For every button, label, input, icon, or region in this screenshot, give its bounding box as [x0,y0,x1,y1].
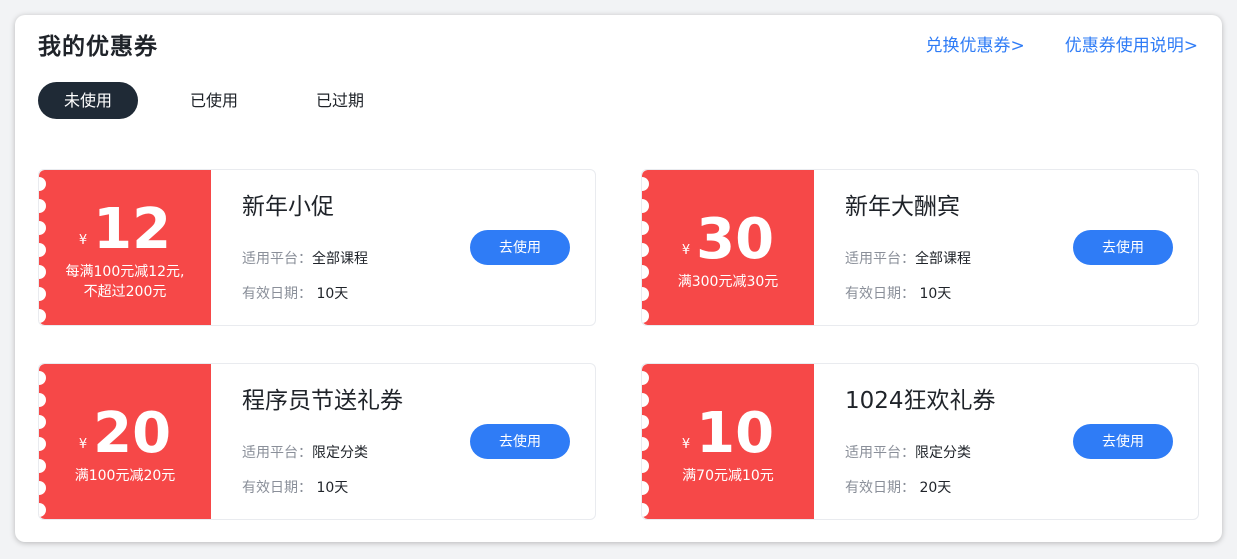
coupon-platform: 适用平台：限定分类 [845,445,971,461]
coupon-panel: 我的优惠券 兑换优惠券> 优惠券使用说明> 未使用 已使用 已过期 ¥12 每满… [15,15,1222,542]
stub-notch [39,309,46,323]
coupon-rule: 满70元减10元 [682,468,774,484]
coupon-card: ¥12 每满100元减12元, 不超过200元 新年小促 适用平台：全部课程 有… [38,169,596,326]
currency-symbol: ¥ [78,437,88,452]
tab-used[interactable]: 已使用 [164,82,264,119]
coupon-name: 新年大酬宾 [845,194,960,220]
stub-notch [39,481,46,495]
coupon-card: ¥20 满100元减20元 程序员节送礼券 适用平台：限定分类 有效日期： 10… [38,363,596,520]
stub-notch [642,481,649,495]
coupon-platform: 适用平台：全部课程 [242,251,368,267]
coupon-validity: 有效日期： 20天 [845,480,952,496]
header-links: 兑换优惠券> 优惠券使用说明> [926,31,1199,56]
coupon-platform: 适用平台：全部课程 [845,251,971,267]
stub-notch [642,503,649,517]
currency-symbol: ¥ [78,233,88,248]
coupon-validity: 有效日期： 10天 [242,480,349,496]
currency-symbol: ¥ [681,243,691,258]
coupon-rule: 每满100元减12元, [65,264,185,280]
stub-notch [642,287,649,301]
coupon-name: 新年小促 [242,194,334,220]
coupon-tabs: 未使用 已使用 已过期 [38,82,416,119]
use-coupon-button[interactable]: 去使用 [470,424,570,459]
coupon-name: 1024狂欢礼券 [845,388,996,414]
tab-unused[interactable]: 未使用 [38,82,139,119]
tab-expired[interactable]: 已过期 [290,82,390,119]
coupon-rule: 满300元减30元 [677,274,779,290]
stub-notch [39,503,46,517]
stub-notch [642,371,649,385]
stub-notch [642,177,649,191]
coupon-stub: ¥20 满100元减20元 [39,364,211,519]
stub-notch [39,371,46,385]
coupon-validity: 有效日期： 10天 [845,286,952,302]
use-coupon-button[interactable]: 去使用 [470,230,570,265]
coupon-amount: 30 [696,207,775,272]
page-title: 我的优惠券 [38,34,158,60]
coupon-amount: 12 [93,197,172,262]
stub-notch [39,177,46,191]
stub-notch [39,393,46,407]
coupon-name: 程序员节送礼券 [242,388,403,414]
coupon-help-link[interactable]: 优惠券使用说明> [1065,31,1198,56]
use-coupon-button[interactable]: 去使用 [1073,424,1173,459]
coupon-rule-line2: 不超过200元 [83,284,167,300]
stub-notch [642,199,649,213]
coupon-stub: ¥12 每满100元减12元, 不超过200元 [39,170,211,325]
coupon-stub: ¥10 满70元减10元 [642,364,814,519]
coupon-amount: 10 [696,401,775,466]
use-coupon-button[interactable]: 去使用 [1073,230,1173,265]
coupon-platform: 适用平台：限定分类 [242,445,368,461]
coupon-card: ¥30 满300元减30元 新年大酬宾 适用平台：全部课程 有效日期： 10天 … [641,169,1199,326]
coupon-rule: 满100元减20元 [74,468,176,484]
coupon-validity: 有效日期： 10天 [242,286,349,302]
coupon-card: ¥10 满70元减10元 1024狂欢礼券 适用平台：限定分类 有效日期： 20… [641,363,1199,520]
coupon-amount: 20 [93,401,172,466]
stub-notch [642,309,649,323]
coupon-stub: ¥30 满300元减30元 [642,170,814,325]
stub-notch [642,393,649,407]
currency-symbol: ¥ [681,437,691,452]
redeem-coupon-link[interactable]: 兑换优惠券> [926,31,1025,56]
